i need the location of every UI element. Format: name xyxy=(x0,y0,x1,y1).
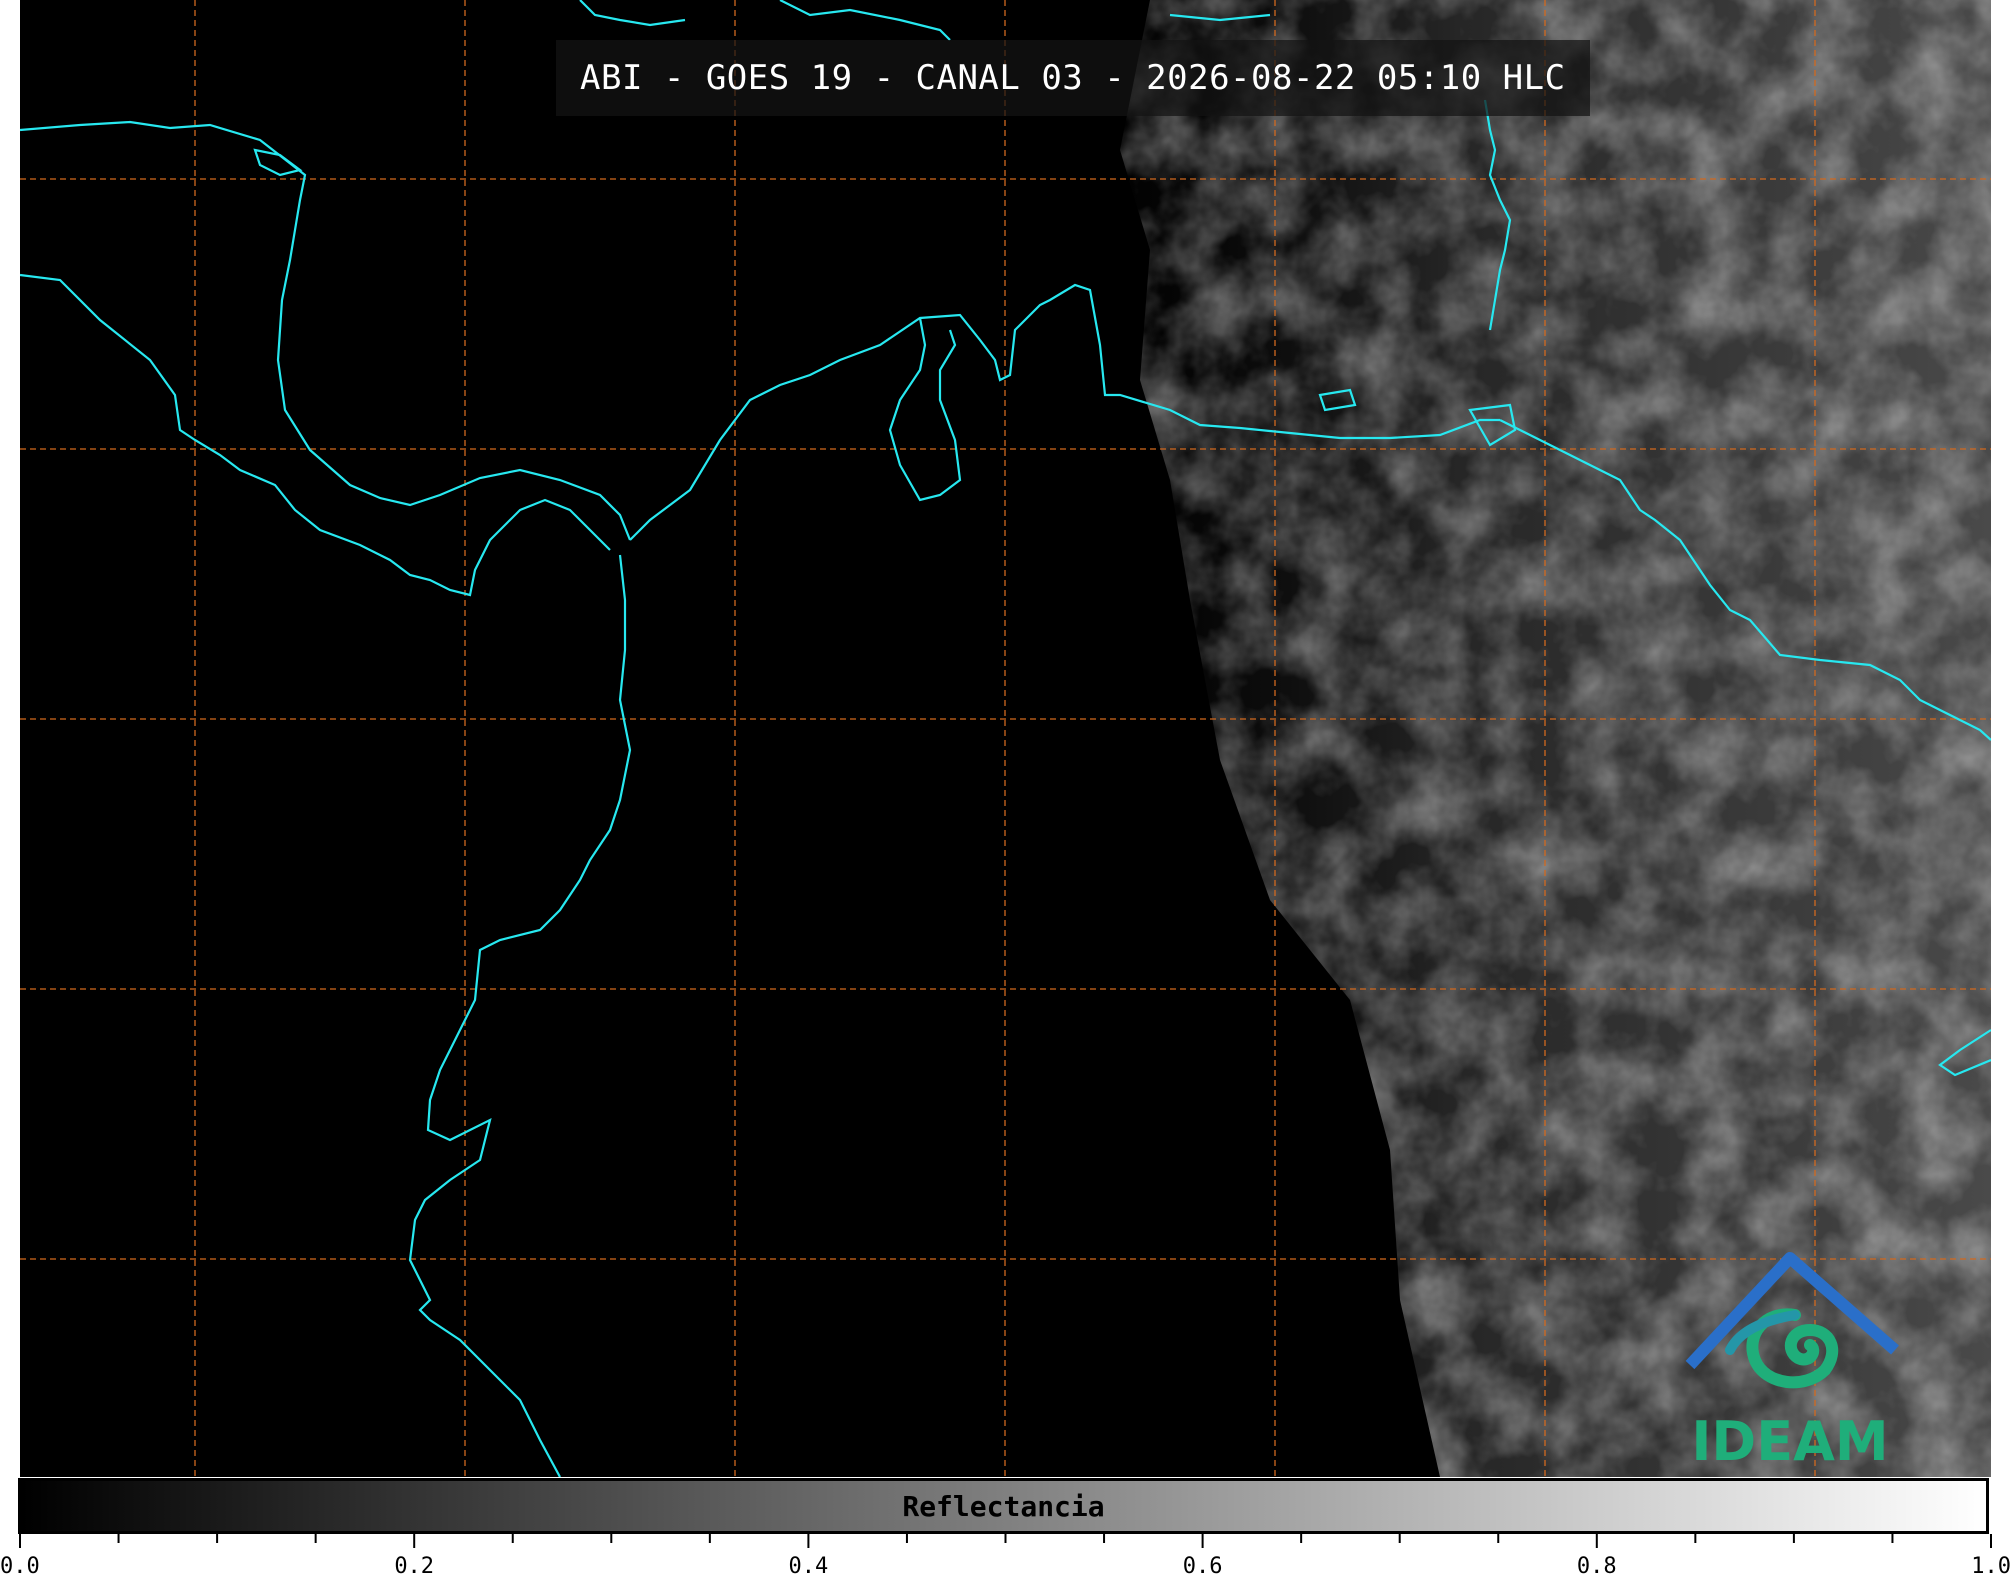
island-jamaica xyxy=(253,148,303,177)
coastline-central-america-pacific xyxy=(20,273,611,597)
colorbar-label: Reflectancia xyxy=(902,1490,1105,1523)
logo-text: IDEAM xyxy=(1691,1410,1889,1473)
coastline-guajira xyxy=(888,317,962,502)
colorbar-tick-label: 0.2 xyxy=(394,1554,434,1577)
map-title: ABI - GOES 19 - CANAL 03 - 2026-08-22 05… xyxy=(556,40,1590,116)
colorbar: Reflectancia xyxy=(18,1478,1989,1534)
satellite-map[interactable]: ABI - GOES 19 - CANAL 03 - 2026-08-22 05… xyxy=(20,0,1991,1477)
colorbar-tick-label: 1.0 xyxy=(1971,1554,2011,1577)
island-cuba xyxy=(579,0,686,27)
coastline-pacific-south-america xyxy=(408,554,632,1477)
colorbar-tick-label: 0.0 xyxy=(0,1554,40,1577)
colorbar-axis: 0.0 0.2 0.4 0.6 0.8 1.0 xyxy=(0,1534,2011,1577)
island-hispaniola xyxy=(779,0,951,41)
colorbar-tick-label: 0.8 xyxy=(1577,1554,1617,1577)
coastline-mexico-gulf xyxy=(20,120,632,541)
ideam-emblem-icon xyxy=(1685,1252,1899,1389)
colorbar-tick-label: 0.4 xyxy=(789,1554,829,1577)
ideam-logo: IDEAM xyxy=(1670,1250,1910,1475)
colorbar-tick-label: 0.6 xyxy=(1183,1554,1223,1577)
